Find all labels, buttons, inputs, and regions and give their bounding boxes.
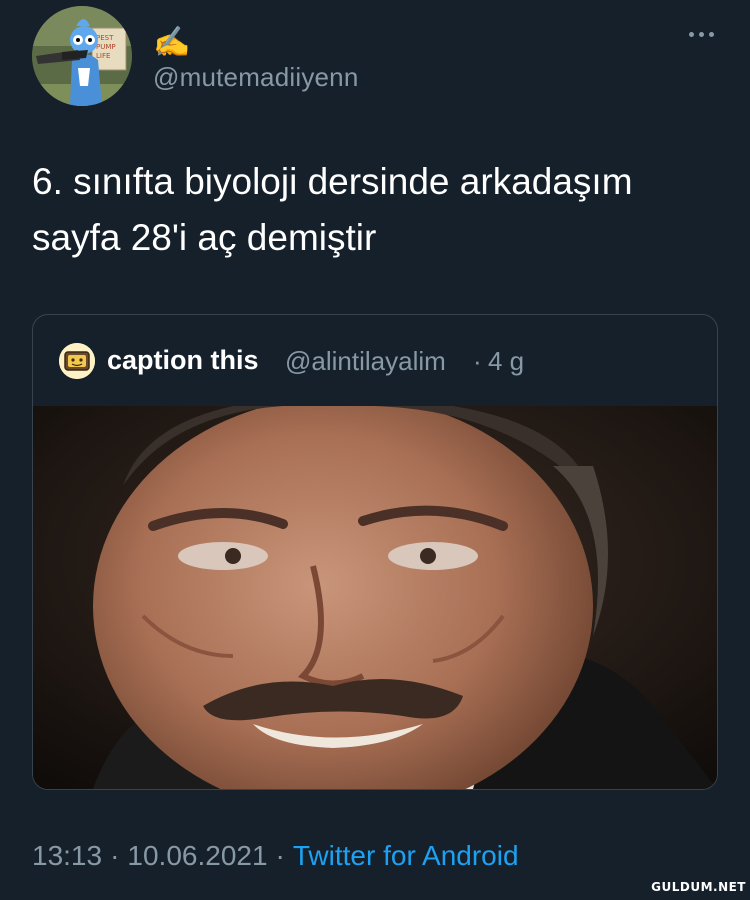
more-horizontal-icon bbox=[708, 31, 714, 37]
svg-text:PEST: PEST bbox=[96, 34, 114, 42]
quoted-timestamp[interactable]: 4 g bbox=[488, 346, 524, 377]
quoted-avatar-image bbox=[59, 343, 95, 379]
tweet-text: 6. sınıfta biyoloji dersinde arkadaşım s… bbox=[32, 154, 722, 266]
quoted-tweet-card[interactable]: caption this @alintilayalim · 4 g bbox=[32, 314, 718, 790]
tweet-text-line: sayfa 28'i aç demiştir bbox=[32, 217, 377, 258]
quoted-user-handle[interactable]: @alintilayalim bbox=[285, 346, 446, 377]
more-options-button[interactable] bbox=[680, 20, 722, 48]
quoted-separator: · bbox=[473, 346, 482, 376]
footer-separator: · bbox=[110, 840, 120, 871]
quoted-avatar[interactable] bbox=[59, 343, 95, 379]
quoted-display-name[interactable]: caption this bbox=[107, 345, 259, 376]
avatar[interactable]: PEST PUMP LIFE bbox=[32, 6, 132, 106]
svg-text:PUMP: PUMP bbox=[96, 43, 116, 51]
tweet-date[interactable]: 10.06.2021 bbox=[127, 840, 267, 871]
display-name[interactable]: ✍️ bbox=[153, 26, 190, 60]
avatar-image: PEST PUMP LIFE bbox=[32, 6, 132, 106]
more-horizontal-icon bbox=[688, 31, 694, 37]
tweet-header: PEST PUMP LIFE ✍️ @mutemadiiyenn bbox=[32, 6, 722, 110]
quoted-media-image[interactable] bbox=[33, 406, 717, 789]
photo-icon bbox=[33, 406, 717, 789]
footer-separator: · bbox=[275, 840, 285, 871]
user-handle[interactable]: @mutemadiiyenn bbox=[153, 62, 359, 93]
quoted-tweet-header: caption this @alintilayalim · 4 g bbox=[33, 315, 717, 405]
tweet-footer: 13:13 · 10.06.2021 · Twitter for Android bbox=[32, 840, 519, 872]
tweet-source-link[interactable]: Twitter for Android bbox=[293, 840, 519, 871]
svg-text:LIFE: LIFE bbox=[96, 52, 110, 60]
watermark: GULDUM.NET bbox=[651, 880, 746, 894]
tweet-text-line: 6. sınıfta biyoloji dersinde arkadaşım bbox=[32, 161, 633, 202]
more-horizontal-icon bbox=[698, 31, 704, 37]
tweet-time[interactable]: 13:13 bbox=[32, 840, 102, 871]
